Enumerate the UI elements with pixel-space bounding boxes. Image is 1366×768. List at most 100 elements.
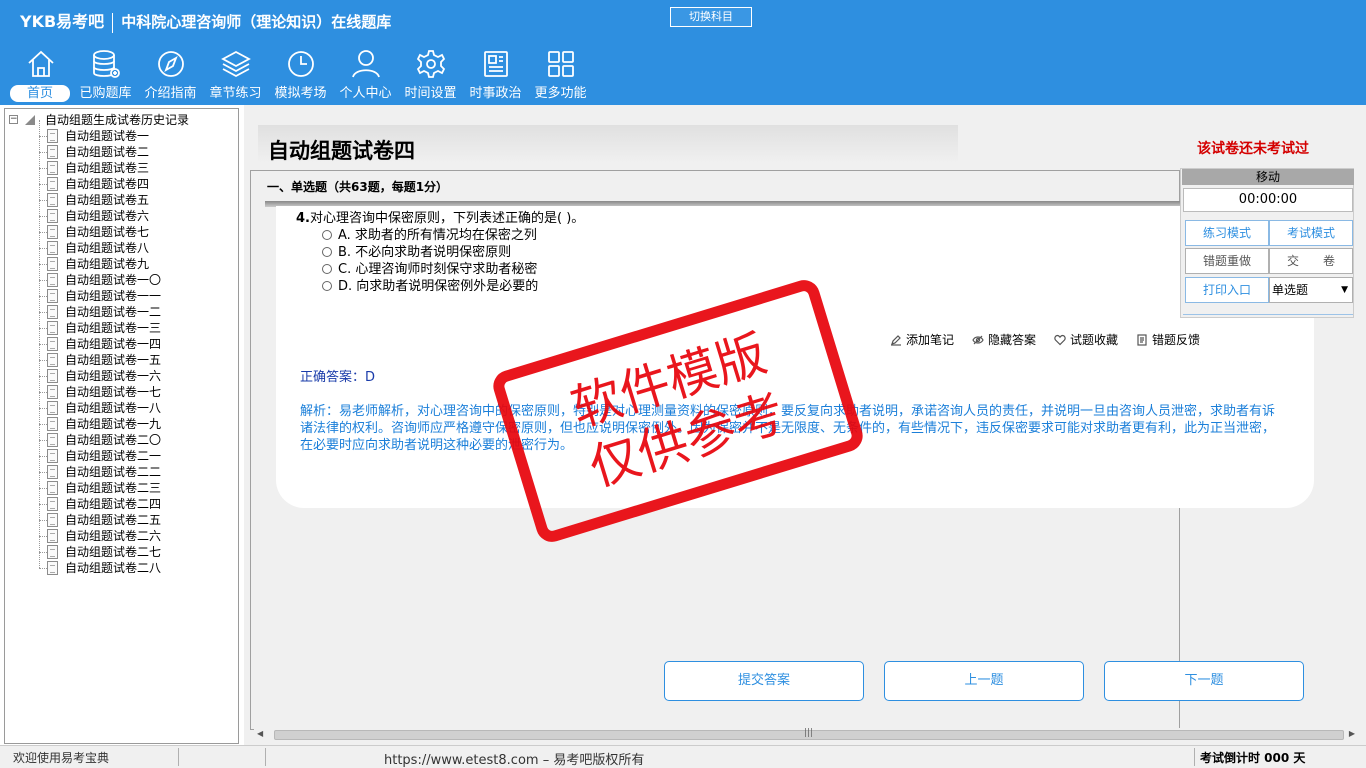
tree-item-label: 自动组题试卷一九: [65, 417, 162, 431]
question-type-value: 单选题: [1272, 283, 1309, 297]
home-icon: [28, 50, 54, 77]
practice-mode-button[interactable]: 练习模式: [1185, 220, 1269, 246]
tree-item-label: 自动组题试卷一〇: [65, 273, 162, 287]
document-icon: [47, 449, 58, 463]
tree-connector: [39, 376, 40, 392]
tree-connector: [39, 520, 47, 521]
nav-time-settings[interactable]: 时间设置: [398, 48, 463, 103]
document-icon: [47, 529, 58, 543]
radio-icon[interactable]: [322, 281, 332, 291]
hand-in-button[interactable]: 交 卷: [1269, 248, 1353, 274]
print-button[interactable]: 打印入口: [1185, 277, 1269, 303]
nav-personal-label: 个人中心: [339, 86, 392, 101]
exam-mode-button[interactable]: 考试模式: [1269, 220, 1353, 246]
exam-countdown: 考试倒计时 000 天: [1200, 751, 1306, 765]
tree-item-label: 自动组题试卷一三: [65, 321, 162, 335]
tree-connector: [39, 440, 47, 441]
scroll-right-icon[interactable]: ▶: [1349, 729, 1355, 738]
tree-connector: [39, 280, 40, 296]
tree-connector: [39, 568, 47, 569]
favorite-button[interactable]: 试题收藏: [1054, 331, 1118, 348]
nav-home-label: 首页: [10, 85, 70, 102]
database-icon: [93, 50, 120, 78]
radio-icon[interactable]: [322, 247, 332, 257]
document-icon: [47, 481, 58, 495]
move-handle[interactable]: 移动: [1182, 169, 1354, 185]
nav-mock-exam[interactable]: 模拟考场: [268, 48, 333, 103]
nav-purchased-label: 已购题库: [79, 86, 132, 101]
tree-connector: [39, 488, 40, 504]
panel-scrollbar[interactable]: [1183, 309, 1353, 315]
tree-connector: [39, 328, 40, 344]
nav-personal[interactable]: 个人中心: [333, 48, 398, 103]
nav-chapter-label: 章节练习: [209, 86, 262, 101]
tree-connector: [39, 536, 40, 552]
nav-guide[interactable]: 介绍指南: [138, 48, 203, 103]
document-icon: [47, 305, 58, 319]
option-d[interactable]: D. 向求助者说明保密例外是必要的: [322, 275, 538, 294]
radio-icon[interactable]: [322, 264, 332, 274]
status-divider: [1194, 748, 1195, 766]
nav-home[interactable]: 首页: [8, 48, 73, 103]
nav-guide-label: 介绍指南: [144, 86, 197, 101]
nav-politics-label: 时事政治: [469, 86, 522, 101]
tree-connector: [39, 296, 40, 312]
tree-connector: [39, 264, 47, 265]
tree-connector: [39, 248, 47, 249]
tree-connector: [39, 392, 40, 408]
tree-item-label: 自动组题试卷一六: [65, 369, 162, 383]
hide-answer-button[interactable]: 隐藏答案: [972, 331, 1036, 348]
tree-item-label: 自动组题试卷八: [65, 241, 150, 255]
tree-connector: [39, 408, 40, 424]
document-icon: [47, 177, 58, 191]
tree-item-label: 自动组题试卷二五: [65, 513, 162, 527]
prev-question-button[interactable]: 上一题: [884, 661, 1084, 701]
nav-politics[interactable]: 时事政治: [463, 48, 528, 103]
redo-wrong-button[interactable]: 错题重做: [1185, 248, 1269, 274]
tree-connector: [39, 360, 40, 376]
document-icon: [47, 369, 58, 383]
nav-purchased[interactable]: 已购题库: [73, 48, 138, 103]
tree-item[interactable]: 自动组题试卷二八: [5, 552, 238, 576]
tree-connector: [39, 472, 47, 473]
user-icon: [352, 50, 380, 78]
scroll-left-icon[interactable]: ◀: [257, 729, 263, 738]
tree-connector: [39, 552, 47, 553]
nav-mock-exam-label: 模拟考场: [274, 86, 327, 101]
tree-connector: [39, 312, 47, 313]
horizontal-scrollbar[interactable]: ◀ ||| ▶: [254, 728, 1358, 742]
question-type-select[interactable]: 单选题 ▼: [1269, 277, 1353, 303]
document-icon: [47, 321, 58, 335]
document-icon: [47, 257, 58, 271]
radio-icon[interactable]: [322, 230, 332, 240]
document-icon: [47, 353, 58, 367]
timer-display: 00:00:00: [1183, 188, 1353, 212]
tree-connector: [39, 216, 47, 217]
tree-connector: [39, 152, 40, 168]
next-question-button[interactable]: 下一题: [1104, 661, 1304, 701]
nav-chapter[interactable]: 章节练习: [203, 48, 268, 103]
tree-connector: [39, 536, 47, 537]
add-note-button[interactable]: 添加笔记: [890, 331, 954, 348]
collapse-icon[interactable]: −: [9, 115, 18, 124]
tree-connector: [39, 424, 40, 440]
tree-connector: [39, 456, 47, 457]
feedback-icon: [1137, 333, 1147, 346]
tree-list: 自动组题试卷一 自动组题试卷二 自动组题试卷三 自动组题试卷四 自动组题试卷五 自动组题试…: [5, 120, 238, 576]
feedback-button[interactable]: 错题反馈: [1136, 331, 1200, 348]
tree-connector: [39, 296, 47, 297]
tree-root-label: 自动组题生成试卷历史记录: [45, 113, 190, 127]
page-title: 自动组题试卷四: [268, 139, 415, 163]
tree-item-label: 自动组题试卷一七: [65, 385, 162, 399]
submit-answer-button[interactable]: 提交答案: [664, 661, 864, 701]
nav-more[interactable]: 更多功能: [528, 48, 593, 103]
tree-item-label: 自动组题试卷二四: [65, 497, 162, 511]
tree-connector: [39, 168, 47, 169]
tree-connector: [39, 280, 47, 281]
switch-subject-button[interactable]: 切换科目: [670, 7, 752, 27]
tree-item-label: 自动组题试卷一八: [65, 401, 162, 415]
layers-icon: [221, 50, 251, 78]
tree-connector: [39, 520, 40, 536]
news-icon: [484, 51, 508, 77]
tree-connector: [39, 232, 47, 233]
